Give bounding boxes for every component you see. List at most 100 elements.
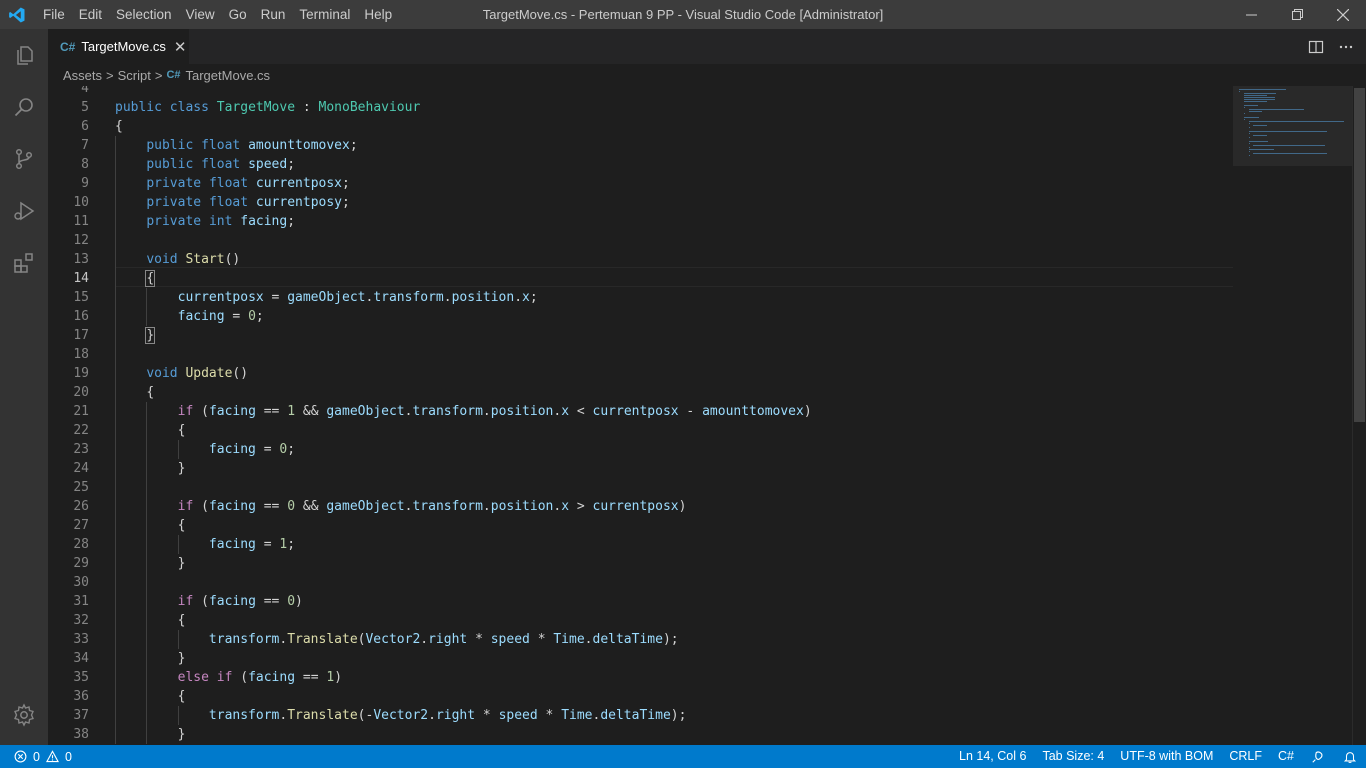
code-line[interactable]: 6{ <box>48 117 1233 136</box>
menu-terminal[interactable]: Terminal <box>292 0 357 29</box>
end-of-line[interactable]: CRLF <box>1221 745 1270 768</box>
code-line[interactable]: 10 private float currentposy; <box>48 193 1233 212</box>
code-line[interactable]: 17 } <box>48 326 1233 345</box>
code-token: ) <box>295 594 303 609</box>
code-line[interactable]: 14 { <box>48 269 1233 288</box>
code-line[interactable]: 18 <box>48 345 1233 364</box>
code-line[interactable]: 36 { <box>48 687 1233 706</box>
breadcrumb-assets[interactable]: Assets <box>63 68 102 83</box>
code-line[interactable]: 12 <box>48 231 1233 250</box>
code-line[interactable]: 38 } <box>48 725 1233 744</box>
split-editor-icon[interactable] <box>1308 39 1324 55</box>
minimize-button[interactable] <box>1228 0 1274 29</box>
code-line[interactable]: 31 if (facing == 0) <box>48 592 1233 611</box>
code-line[interactable]: 9 private float currentposx; <box>48 174 1233 193</box>
code-line[interactable]: 32 { <box>48 611 1233 630</box>
minimap[interactable] <box>1233 86 1353 745</box>
code-line[interactable]: 25 <box>48 478 1233 497</box>
code-line[interactable]: 24 } <box>48 459 1233 478</box>
code-token: } <box>145 327 156 344</box>
close-window-button[interactable] <box>1320 0 1366 29</box>
minimap-line <box>1243 105 1259 106</box>
line-number: 14 <box>73 271 89 286</box>
minimap-line <box>1248 141 1268 142</box>
code-line[interactable]: 21 if (facing == 1 && gameObject.transfo… <box>48 402 1233 421</box>
minimap-line <box>1253 145 1326 146</box>
problems-status[interactable]: 0 0 <box>0 750 72 764</box>
tab-close-button[interactable]: ✕ <box>174 38 187 56</box>
code-line[interactable]: 16 facing = 0; <box>48 307 1233 326</box>
code-line[interactable]: 20 { <box>48 383 1233 402</box>
minimap-line <box>1243 119 1245 120</box>
cursor-position[interactable]: Ln 14, Col 6 <box>951 745 1034 768</box>
explorer-button[interactable] <box>0 29 48 81</box>
code-token: x <box>522 290 530 305</box>
code-line[interactable]: 35 else if (facing == 1) <box>48 668 1233 687</box>
notifications-button[interactable] <box>1334 745 1366 768</box>
more-actions-icon[interactable] <box>1338 39 1354 55</box>
source-control-button[interactable] <box>0 133 48 185</box>
tab-size[interactable]: Tab Size: 4 <box>1034 745 1112 768</box>
code-token: * <box>475 708 499 723</box>
code-line[interactable]: 5 public class TargetMove : MonoBehaviour <box>48 98 1233 117</box>
code-line[interactable]: 29 } <box>48 554 1233 573</box>
line-number: 26 <box>73 499 89 514</box>
menu-selection[interactable]: Selection <box>109 0 179 29</box>
menu-edit[interactable]: Edit <box>72 0 109 29</box>
code-token: speed <box>498 708 538 723</box>
extensions-button[interactable] <box>0 237 48 289</box>
code-line[interactable]: 33 transform.Translate(Vector2.right * s… <box>48 630 1233 649</box>
file-encoding[interactable]: UTF-8 with BOM <box>1112 745 1221 768</box>
code-line[interactable]: 28 facing = 1; <box>48 535 1233 554</box>
manage-button[interactable] <box>0 689 48 741</box>
extensions-icon <box>14 253 33 273</box>
code-token: . <box>420 632 429 647</box>
code-token: . <box>482 404 491 419</box>
code-token: { <box>177 423 186 438</box>
code-line[interactable]: 23 facing = 0; <box>48 440 1233 459</box>
code-line[interactable]: 37 transform.Translate(-Vector2.right * … <box>48 706 1233 725</box>
code-line[interactable]: 11 private int facing; <box>48 212 1233 231</box>
search-button[interactable] <box>0 81 48 133</box>
code-line[interactable]: 26 if (facing == 0 && gameObject.transfo… <box>48 497 1233 516</box>
code-text: { <box>115 687 186 706</box>
code-editor[interactable]: 4 5 public class TargetMove : MonoBehaviou… <box>48 86 1366 745</box>
run-debug-button[interactable] <box>0 185 48 237</box>
code-line[interactable]: 30 <box>48 573 1233 592</box>
code-line[interactable]: 27 { <box>48 516 1233 535</box>
vertical-scrollbar[interactable] <box>1352 86 1366 745</box>
code-token: } <box>177 461 186 476</box>
code-text: { <box>115 421 186 440</box>
menu-file[interactable]: File <box>36 0 72 29</box>
feedback-button[interactable] <box>1302 745 1334 768</box>
language-mode[interactable]: C# <box>1270 745 1302 768</box>
menu-view[interactable]: View <box>179 0 222 29</box>
restore-button[interactable] <box>1274 0 1320 29</box>
menu-run[interactable]: Run <box>254 0 293 29</box>
menu-go[interactable]: Go <box>222 0 254 29</box>
code-line[interactable]: 4 <box>48 86 1233 98</box>
warning-icon <box>45 750 59 763</box>
code-token: right <box>435 708 476 723</box>
code-token: : <box>295 100 319 115</box>
breadcrumb-script[interactable]: Script <box>118 68 151 83</box>
breadcrumb-file[interactable]: C# TargetMove.cs <box>166 68 270 83</box>
code-line[interactable]: 13 void Start() <box>48 250 1233 269</box>
menu-help[interactable]: Help <box>357 0 399 29</box>
scrollbar-thumb[interactable] <box>1354 88 1365 422</box>
code-line[interactable]: 34 } <box>48 649 1233 668</box>
code-line[interactable]: 19 void Update() <box>48 364 1233 383</box>
code-line[interactable]: 8 public float speed; <box>48 155 1233 174</box>
code-line[interactable]: 15 currentposx = gameObject.transform.po… <box>48 288 1233 307</box>
code-token: gameObject <box>326 499 405 514</box>
code-line[interactable]: 22 { <box>48 421 1233 440</box>
tab-targetmove[interactable]: C# TargetMove.cs ✕ <box>48 29 189 64</box>
code-token: public <box>146 157 194 172</box>
line-number: 37 <box>73 708 89 723</box>
code-token: Translate <box>287 632 358 647</box>
code-token: * <box>537 708 562 723</box>
code-line[interactable]: 7 public float amounttomovex; <box>48 136 1233 155</box>
